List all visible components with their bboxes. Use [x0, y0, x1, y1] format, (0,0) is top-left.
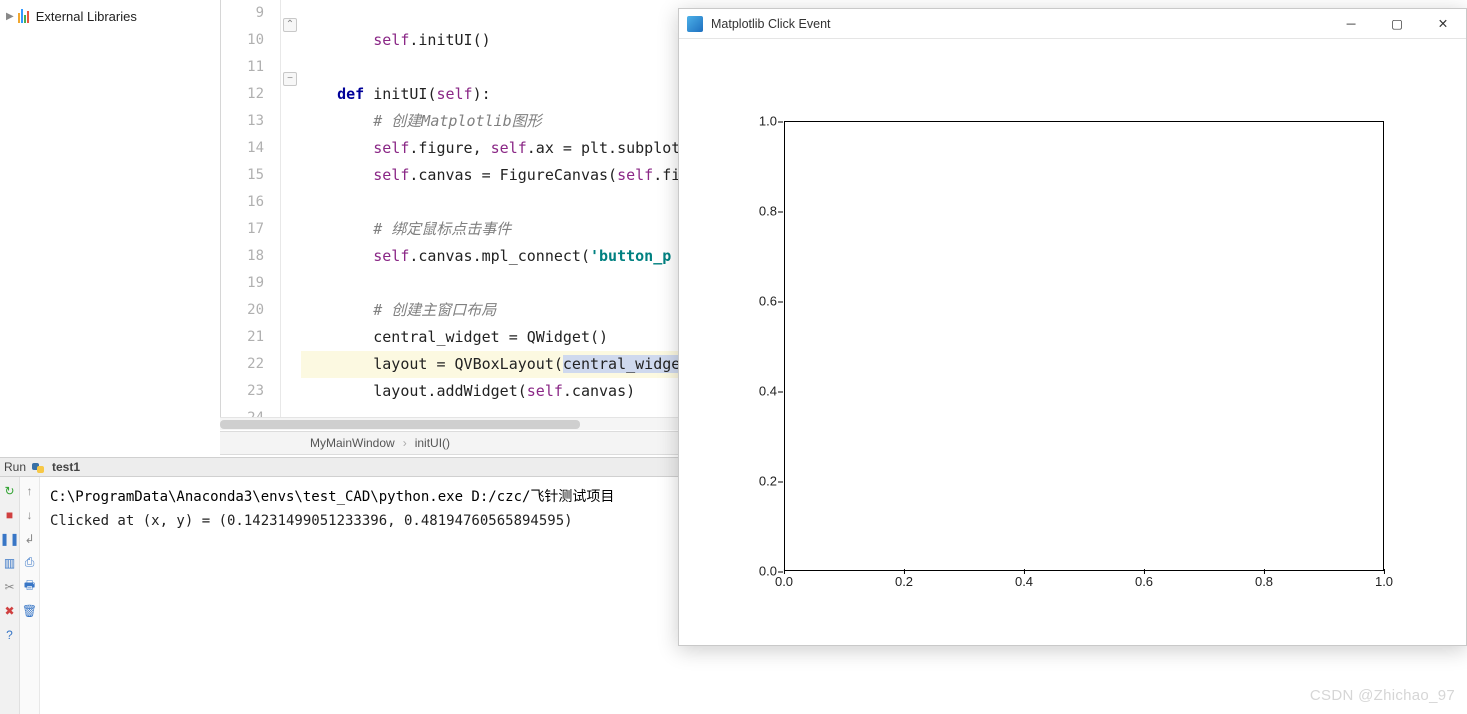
- editor-horizontal-scrollbar[interactable]: [220, 417, 680, 430]
- ide-window: ▶ External Libraries 9101112131415161718…: [0, 0, 678, 714]
- console-output[interactable]: C:\ProgramData\Anaconda3\envs\test_CAD\p…: [40, 477, 678, 714]
- stop-icon[interactable]: ■: [2, 507, 17, 522]
- fold-up-icon[interactable]: ⌃: [283, 18, 297, 32]
- fold-minus-icon[interactable]: −: [283, 72, 297, 86]
- line-number: 20: [221, 297, 264, 324]
- minimize-button[interactable]: ─: [1328, 9, 1374, 39]
- line-number: 23: [221, 378, 264, 405]
- window-titlebar[interactable]: Matplotlib Click Event ─ ▢ ✕: [679, 9, 1466, 39]
- line-number-gutter: 9101112131415161718192021222324: [221, 0, 281, 430]
- matplotlib-window[interactable]: Matplotlib Click Event ─ ▢ ✕ 0.0 0.2 0.4 0.…: [678, 8, 1467, 646]
- breadcrumb-class[interactable]: MyMainWindow: [310, 436, 395, 450]
- run-toolbar-primary: ↻ ■ ❚❚ ▥ ✂ ✖ ?: [0, 477, 20, 714]
- code-line[interactable]: central_widget = QWidget(): [301, 324, 680, 351]
- code-line[interactable]: [301, 189, 680, 216]
- run-tool-header[interactable]: Run test1: [0, 457, 678, 477]
- print-icon[interactable]: 🖶: [22, 579, 37, 594]
- y-tick-label: 0.2: [759, 474, 777, 489]
- code-area[interactable]: self.initUI() def initUI(self): # 创建Matp…: [301, 0, 680, 430]
- code-line[interactable]: layout.addWidget(self.canvas): [301, 378, 680, 405]
- console-line-2: Clicked at (x, y) = (0.14231499051233396…: [50, 509, 668, 533]
- wrap-icon[interactable]: ↲: [22, 531, 37, 546]
- line-number: 18: [221, 243, 264, 270]
- project-tree[interactable]: ▶ External Libraries: [0, 0, 220, 455]
- y-tick-label: 0.6: [759, 294, 777, 309]
- up-arrow-icon[interactable]: ↑: [22, 483, 37, 498]
- x-tick-label: 0.4: [1015, 574, 1033, 589]
- x-tick-label: 0.2: [895, 574, 913, 589]
- line-number: 19: [221, 270, 264, 297]
- x-tick-label: 0.6: [1135, 574, 1153, 589]
- trash-icon[interactable]: 🗑: [22, 603, 37, 618]
- export-icon[interactable]: ⎙: [22, 555, 37, 570]
- code-line[interactable]: [301, 270, 680, 297]
- attach-icon[interactable]: ✂: [2, 579, 17, 594]
- plot-canvas[interactable]: 0.00.20.40.60.81.0 0.00.20.40.60.81.0: [679, 39, 1466, 645]
- project-external-libraries[interactable]: ▶ External Libraries: [6, 6, 214, 26]
- project-external-libraries-label: External Libraries: [36, 9, 137, 24]
- code-editor[interactable]: 9101112131415161718192021222324 ⌃ − self…: [220, 0, 680, 430]
- line-number: 12: [221, 81, 264, 108]
- pause-icon[interactable]: ❚❚: [2, 531, 17, 546]
- help-icon[interactable]: ?: [2, 627, 17, 642]
- code-line[interactable]: layout = QVBoxLayout(central_widge: [301, 351, 680, 378]
- plot-axes[interactable]: [784, 121, 1384, 571]
- line-number: 13: [221, 108, 264, 135]
- line-number: 15: [221, 162, 264, 189]
- layout-icon[interactable]: ▥: [2, 555, 17, 570]
- line-number: 17: [221, 216, 264, 243]
- code-line[interactable]: self.canvas.mpl_connect('button_p: [301, 243, 680, 270]
- rerun-icon[interactable]: ↻: [2, 483, 17, 498]
- y-tick-label: 0.4: [759, 384, 777, 399]
- run-tool-body: ↻ ■ ❚❚ ▥ ✂ ✖ ? ↑ ↓ ↲ ⎙ 🖶 🗑 C:\ProgramDat…: [0, 477, 678, 714]
- breadcrumb-separator-icon: ›: [403, 436, 407, 450]
- breadcrumb[interactable]: MyMainWindow › initUI(): [220, 431, 680, 455]
- line-number: 21: [221, 324, 264, 351]
- fold-column[interactable]: ⌃ −: [281, 0, 301, 430]
- close-icon[interactable]: ✖: [2, 603, 17, 618]
- code-line[interactable]: def initUI(self):: [301, 81, 680, 108]
- chevron-right-icon: ▶: [6, 11, 14, 22]
- code-line[interactable]: [301, 0, 680, 27]
- code-line[interactable]: # 绑定鼠标点击事件: [301, 216, 680, 243]
- x-tick-label: 0.8: [1255, 574, 1273, 589]
- watermark-text: CSDN @Zhichao_97: [1310, 687, 1455, 704]
- breadcrumb-method[interactable]: initUI(): [415, 436, 450, 450]
- code-line[interactable]: self.figure, self.ax = plt.subplot: [301, 135, 680, 162]
- code-line[interactable]: self.canvas = FigureCanvas(self.fi: [301, 162, 680, 189]
- line-number: 9: [221, 0, 264, 27]
- x-tick-label: 1.0: [1375, 574, 1393, 589]
- x-tick-label: 0.0: [775, 574, 793, 589]
- line-number: 22: [221, 351, 264, 378]
- line-number: 16: [221, 189, 264, 216]
- run-toolbar-secondary: ↑ ↓ ↲ ⎙ 🖶 🗑: [20, 477, 40, 714]
- python-icon: [32, 460, 46, 474]
- run-tab-name[interactable]: test1: [52, 460, 80, 474]
- code-line[interactable]: # 创建Matplotlib图形: [301, 108, 680, 135]
- run-tab-prefix: Run: [4, 460, 26, 474]
- y-tick-label: 0.8: [759, 204, 777, 219]
- close-button[interactable]: ✕: [1420, 9, 1466, 39]
- app-icon: [687, 16, 703, 32]
- code-line[interactable]: [301, 54, 680, 81]
- code-line[interactable]: # 创建主窗口布局: [301, 297, 680, 324]
- line-number: 11: [221, 54, 264, 81]
- scrollbar-thumb[interactable]: [220, 420, 580, 429]
- line-number: 10: [221, 27, 264, 54]
- y-tick-label: 1.0: [759, 114, 777, 129]
- libraries-icon: [18, 9, 32, 23]
- line-number: 14: [221, 135, 264, 162]
- window-title: Matplotlib Click Event: [711, 17, 1328, 31]
- code-line[interactable]: self.initUI(): [301, 27, 680, 54]
- console-line-1: C:\ProgramData\Anaconda3\envs\test_CAD\p…: [50, 485, 668, 509]
- maximize-button[interactable]: ▢: [1374, 9, 1420, 39]
- down-arrow-icon[interactable]: ↓: [22, 507, 37, 522]
